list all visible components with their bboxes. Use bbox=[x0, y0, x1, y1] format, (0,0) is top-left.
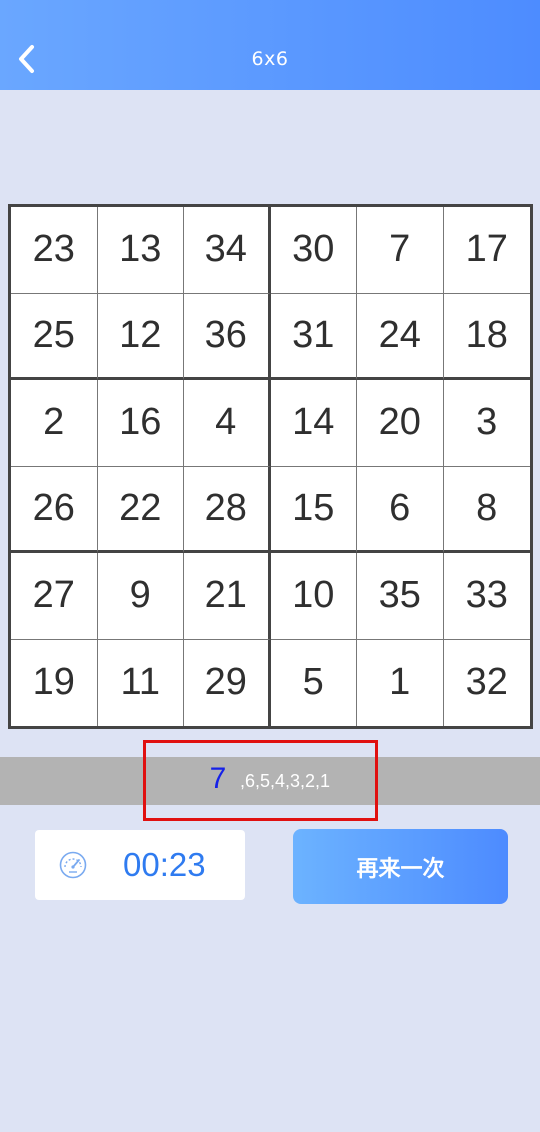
grid-cell[interactable]: 5 bbox=[271, 639, 357, 726]
grid-cell[interactable]: 33 bbox=[443, 553, 530, 640]
grid-cell[interactable]: 20 bbox=[357, 380, 444, 467]
grid-cell[interactable]: 7 bbox=[357, 207, 444, 294]
grid-cell[interactable]: 26 bbox=[11, 466, 98, 553]
grid-cell[interactable]: 6 bbox=[357, 466, 444, 553]
grid-cell[interactable]: 35 bbox=[357, 553, 444, 640]
grid-cell[interactable]: 17 bbox=[443, 207, 530, 294]
number-grid: 23 13 34 30 7 17 25 12 36 31 24 18 2 16 4 14 20 3 26 22 28 15… bbox=[8, 204, 533, 729]
grid-cell[interactable]: 1 bbox=[357, 639, 444, 726]
grid-cell[interactable]: 15 bbox=[270, 466, 357, 553]
grid-cell[interactable]: 9 bbox=[97, 553, 184, 640]
grid-cell[interactable]: 34 bbox=[184, 207, 271, 294]
grid-cell[interactable]: 27 bbox=[11, 553, 98, 640]
grid-cell[interactable]: 31 bbox=[270, 293, 357, 380]
header-bar: 6x6 bbox=[0, 0, 540, 90]
remaining-sequence: ,6,5,4,3,2,1 bbox=[240, 771, 331, 791]
current-target-number: 7 bbox=[209, 762, 227, 795]
grid-cell[interactable]: 32 bbox=[444, 640, 531, 727]
grid-cell[interactable]: 2 bbox=[11, 380, 98, 467]
grid-cell[interactable]: 3 bbox=[443, 380, 530, 467]
grid-cell[interactable]: 25 bbox=[11, 293, 98, 380]
grid-cell[interactable]: 8 bbox=[443, 467, 530, 553]
timer-card: 00:23 bbox=[35, 830, 245, 900]
grid-cell[interactable]: 21 bbox=[184, 553, 271, 640]
retry-button[interactable]: 再来一次 bbox=[293, 829, 508, 904]
timer-display: 00:23 bbox=[123, 846, 206, 883]
grid-cell[interactable]: 16 bbox=[97, 380, 184, 467]
grid-cell[interactable]: 10 bbox=[270, 553, 357, 640]
speedometer-icon bbox=[59, 851, 87, 879]
grid-cell[interactable]: 24 bbox=[357, 293, 444, 380]
grid-cell[interactable]: 22 bbox=[97, 466, 184, 553]
grid-cell[interactable]: 28 bbox=[184, 466, 271, 553]
grid-cell[interactable]: 4 bbox=[184, 380, 271, 467]
grid-cell[interactable]: 36 bbox=[184, 293, 271, 380]
grid-cell[interactable]: 19 bbox=[11, 639, 98, 726]
grid-cell[interactable]: 29 bbox=[184, 639, 271, 726]
grid-cell[interactable]: 11 bbox=[98, 639, 184, 726]
grid-cell[interactable]: 30 bbox=[270, 207, 357, 294]
grid-cell[interactable]: 23 bbox=[11, 207, 98, 294]
grid-cell[interactable]: 13 bbox=[97, 207, 184, 294]
grid-cell[interactable]: 14 bbox=[270, 380, 357, 467]
grid-cell[interactable]: 18 bbox=[443, 294, 530, 380]
page-title: 6x6 bbox=[251, 48, 289, 70]
grid-cell[interactable]: 12 bbox=[97, 293, 184, 380]
